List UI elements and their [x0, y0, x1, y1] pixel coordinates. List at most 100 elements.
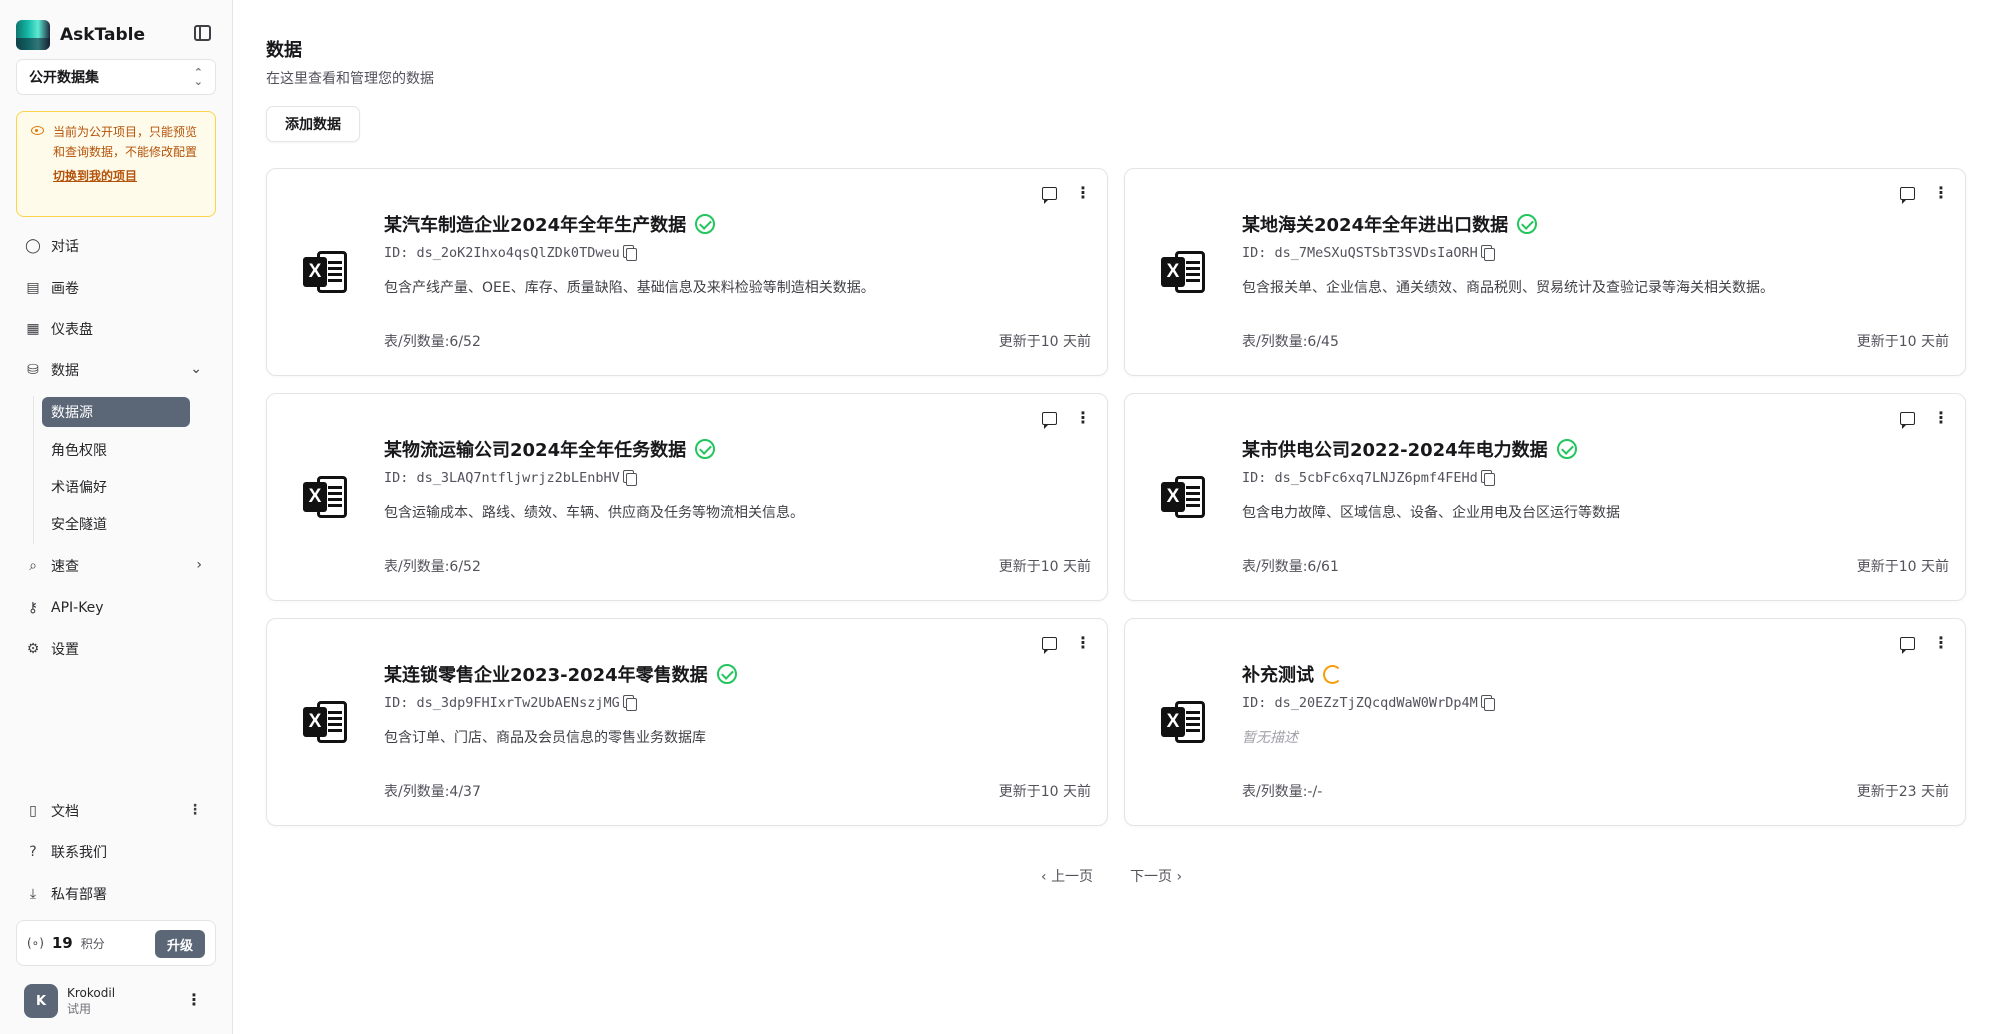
- datasource-card[interactable]: ⋮ X 某汽车制造企业2024年全年生产数据 ID: ds_2oK2Ihxo4qsQl…: [266, 168, 1108, 376]
- sidebar-toggle-icon[interactable]: [194, 25, 211, 41]
- more-vertical-icon[interactable]: ⋮: [186, 992, 202, 1008]
- loading-spinner-icon: [1323, 664, 1342, 684]
- file-text-icon: ▯: [29, 803, 37, 819]
- card-actions: ⋮: [1900, 410, 1949, 429]
- nav-chat-label: 对话: [51, 239, 79, 255]
- app-name: AskTable: [60, 25, 145, 45]
- sub-tunnel-label: 安全隧道: [51, 517, 107, 533]
- datasource-description: 包含电力故障、区域信息、设备、企业用电及台区运行等数据: [1242, 505, 1620, 521]
- message-square-icon[interactable]: [1042, 411, 1057, 429]
- nav-contact[interactable]: ? 联系我们: [16, 835, 216, 869]
- sub-datasource[interactable]: 数据源: [42, 397, 190, 427]
- datasource-id-row: ID: ds_3dp9FHIxrTw2UbAENszjMG: [384, 695, 637, 711]
- copy-icon[interactable]: [625, 472, 637, 486]
- submenu-divider: [33, 396, 34, 544]
- datasource-title[interactable]: 某连锁零售企业2023-2024年零售数据: [384, 661, 708, 687]
- datasource-updated: 更新于10 天前: [1856, 559, 1949, 575]
- datasource-id: ID: ds_7MeSXuQSTSbT3SVDsIaORH: [1242, 245, 1478, 261]
- check-circle-icon: [1517, 214, 1538, 234]
- download-icon: ⤓: [29, 886, 37, 902]
- switch-project-link[interactable]: 切换到我的项目: [53, 166, 205, 186]
- datasource-title[interactable]: 某市供电公司2022-2024年电力数据: [1242, 436, 1548, 462]
- brand[interactable]: AskTable: [16, 20, 216, 50]
- upgrade-button[interactable]: 升级: [154, 930, 205, 958]
- datasource-title[interactable]: 某物流运输公司2024年全年任务数据: [384, 436, 686, 462]
- nav-dashboard[interactable]: ▦ 仪表盘: [16, 312, 216, 346]
- more-vertical-icon[interactable]: ⋮: [1075, 410, 1091, 426]
- notice-text: 当前为公开项目，只能预览和查询数据，不能修改配置: [53, 125, 198, 159]
- next-page-button[interactable]: 下一页 ›: [1130, 866, 1182, 886]
- credits-unit: 积分: [80, 936, 105, 951]
- datasource-table-count: 表/列数量:6/45: [1242, 334, 1339, 350]
- sub-roles-label: 角色权限: [51, 443, 107, 459]
- card-actions: ⋮: [1042, 410, 1091, 429]
- more-vertical-icon[interactable]: ⋮: [188, 802, 202, 818]
- datasource-card[interactable]: ⋮ X 某连锁零售企业2023-2024年零售数据 ID: ds_3dp9FHIxrT…: [266, 618, 1108, 826]
- datasource-id-row: ID: ds_7MeSXuQSTSbT3SVDsIaORH: [1242, 245, 1495, 261]
- message-square-icon[interactable]: [1042, 186, 1057, 204]
- prev-page-button[interactable]: ‹ 上一页: [1041, 866, 1093, 886]
- public-project-notice: 当前为公开项目，只能预览和查询数据，不能修改配置 切换到我的项目: [16, 111, 216, 217]
- copy-icon[interactable]: [1483, 247, 1495, 261]
- datasource-title[interactable]: 某汽车制造企业2024年全年生产数据: [384, 211, 686, 237]
- more-vertical-icon[interactable]: ⋮: [1075, 635, 1091, 651]
- add-data-button[interactable]: 添加数据: [266, 106, 360, 142]
- datasource-id-row: ID: ds_20EZzTjZQcqdWaW0WrDp4M: [1242, 695, 1495, 711]
- message-square-icon[interactable]: [1042, 636, 1057, 654]
- nav-quick[interactable]: ⌕ 速查 ›: [16, 549, 216, 583]
- card-actions: ⋮: [1900, 185, 1949, 204]
- more-vertical-icon[interactable]: ⋮: [1933, 185, 1949, 201]
- sub-terms-label: 术语偏好: [51, 480, 107, 496]
- gear-icon: ⚙: [26, 641, 40, 657]
- more-vertical-icon[interactable]: ⋮: [1075, 185, 1091, 201]
- datasource-id: ID: ds_20EZzTjZQcqdWaW0WrDp4M: [1242, 695, 1478, 711]
- copy-icon[interactable]: [1483, 697, 1495, 711]
- nav-contact-label: 联系我们: [51, 845, 107, 861]
- message-square-icon[interactable]: [1900, 411, 1915, 429]
- user-menu[interactable]: K Krokodil 试用 ⋮: [16, 981, 216, 1021]
- message-square-icon[interactable]: [1900, 636, 1915, 654]
- project-selector[interactable]: 公开数据集 ⌃ ⌄: [16, 59, 216, 95]
- datasource-card[interactable]: ⋮ X 某地海关2024年全年进出口数据 ID: ds_7MeSXuQSTSbT3SV…: [1124, 168, 1966, 376]
- nav-apikey[interactable]: ⚷ API-Key: [16, 591, 216, 625]
- datasource-card[interactable]: ⋮ X 某市供电公司2022-2024年电力数据 ID: ds_5cbFc6xq7LN…: [1124, 393, 1966, 601]
- nav-canvas-label: 画卷: [51, 281, 79, 297]
- nav-chat[interactable]: ◯ 对话: [16, 229, 216, 263]
- datasource-title[interactable]: 某地海关2024年全年进出口数据: [1242, 211, 1508, 237]
- copy-icon[interactable]: [1483, 472, 1495, 486]
- copy-icon[interactable]: [625, 247, 637, 261]
- datasource-card[interactable]: ⋮ X 某物流运输公司2024年全年任务数据 ID: ds_3LAQ7ntfljwrj…: [266, 393, 1108, 601]
- datasource-title-row: 某市供电公司2022-2024年电力数据: [1242, 436, 1577, 462]
- sub-terms[interactable]: 术语偏好: [42, 472, 190, 502]
- sub-roles[interactable]: 角色权限: [42, 435, 190, 465]
- nav-deploy[interactable]: ⤓ 私有部署: [16, 877, 216, 911]
- search-icon: ⌕: [29, 558, 37, 574]
- excel-file-icon: X: [1161, 476, 1205, 518]
- more-vertical-icon[interactable]: ⋮: [1933, 410, 1949, 426]
- datasource-title[interactable]: 补充测试: [1242, 661, 1314, 687]
- datasource-updated: 更新于10 天前: [998, 784, 1091, 800]
- nav-canvas[interactable]: ▤ 画卷: [16, 271, 216, 305]
- datasource-description: 包含报关单、企业信息、通关绩效、商品税则、贸易统计及查验记录等海关相关数据。: [1242, 280, 1774, 296]
- card-actions: ⋮: [1042, 185, 1091, 204]
- datasource-card[interactable]: ⋮ X 补充测试 ID: ds_20EZzTjZQcqdWaW0WrDp4M 暂无描述表…: [1124, 618, 1966, 826]
- nav-data[interactable]: ⛁ 数据 ⌄: [16, 353, 216, 387]
- card-actions: ⋮: [1900, 635, 1949, 654]
- copy-icon[interactable]: [625, 697, 637, 711]
- project-selector-label: 公开数据集: [29, 70, 99, 86]
- datasource-id: ID: ds_2oK2Ihxo4qsQlZDk0TDweu: [384, 245, 620, 261]
- nav-settings[interactable]: ⚙ 设置: [16, 632, 216, 666]
- sub-tunnel[interactable]: 安全隧道: [42, 509, 190, 539]
- sidebar: AskTable 公开数据集 ⌃ ⌄ 当前为公开项目，只能预览和查询数据，不能修改…: [0, 0, 233, 1034]
- datasource-description: 包含产线产量、OEE、库存、质量缺陷、基础信息及来料检验等制造相关数据。: [384, 280, 875, 296]
- card-actions: ⋮: [1042, 635, 1091, 654]
- nav-dashboard-label: 仪表盘: [51, 322, 93, 338]
- excel-file-icon: X: [303, 251, 347, 293]
- page-subtitle: 在这里查看和管理您的数据: [266, 71, 434, 87]
- message-square-icon[interactable]: [1900, 186, 1915, 204]
- nav-data-label: 数据: [51, 363, 79, 379]
- datasource-id: ID: ds_5cbFc6xq7LNJZ6pmf4FEHd: [1242, 470, 1478, 486]
- nav-docs[interactable]: ▯ 文档 ⋮: [16, 794, 216, 828]
- more-vertical-icon[interactable]: ⋮: [1933, 635, 1949, 651]
- chevron-right-icon: ›: [196, 557, 202, 573]
